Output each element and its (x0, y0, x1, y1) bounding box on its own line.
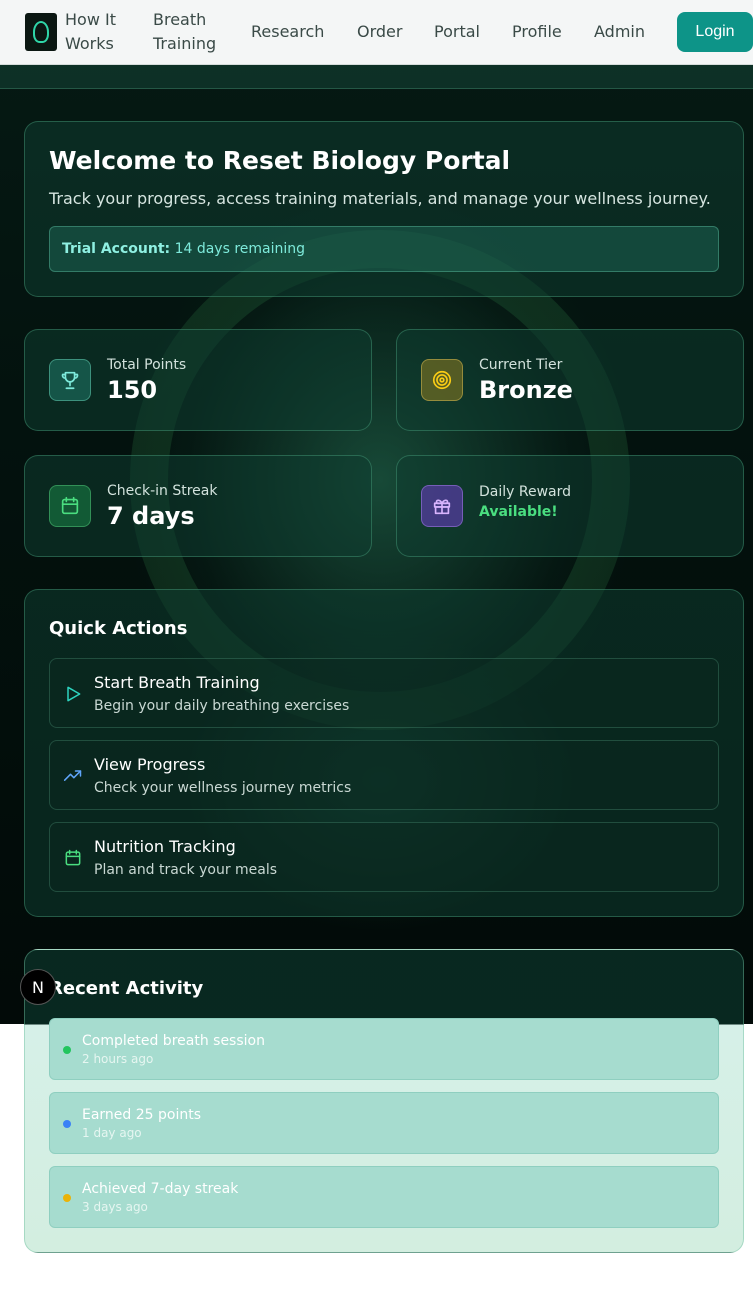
gift-icon (421, 485, 463, 527)
calendar-icon (65, 849, 81, 866)
quick-action-title: Nutrition Tracking (94, 837, 236, 856)
activity-title: Achieved 7-day streak (82, 1181, 239, 1197)
activity-item: Earned 25 points 1 day ago (49, 1092, 719, 1154)
activity-dot (63, 1120, 71, 1128)
reset-biology-logo[interactable] (25, 13, 57, 51)
nav-portal[interactable]: Portal (434, 20, 480, 44)
nav-admin[interactable]: Admin (594, 20, 645, 44)
dev-tools-badge[interactable]: N (20, 969, 56, 1005)
current-tier-value: Bronze (479, 376, 573, 404)
calendar-icon (49, 485, 91, 527)
activity-time: 3 days ago (82, 1200, 148, 1214)
nav-order[interactable]: Order (357, 20, 402, 44)
quick-action-desc: Plan and track your meals (94, 862, 278, 878)
activity-time: 1 day ago (82, 1126, 142, 1140)
nav-how-it-works[interactable]: How It Works (65, 8, 116, 56)
quick-action-start-breath-training[interactable]: Start Breath Training Begin your daily b… (49, 658, 719, 728)
current-tier-card: Current Tier Bronze (396, 329, 744, 431)
quick-action-desc: Check your wellness journey metrics (94, 780, 352, 796)
quick-actions-title: Quick Actions (49, 618, 188, 639)
quick-action-nutrition-tracking[interactable]: Nutrition Tracking Plan and track your m… (49, 822, 719, 892)
quick-action-title: View Progress (94, 755, 206, 774)
checkin-streak-card: Check-in Streak 7 days (24, 455, 372, 557)
nav-profile[interactable]: Profile (512, 20, 562, 44)
total-points-label: Total Points (107, 357, 187, 373)
activity-item: Completed breath session 2 hours ago (49, 1018, 719, 1080)
trial-banner: Trial Account: 14 days remaining (49, 226, 719, 272)
welcome-subtitle: Track your progress, access training mat… (49, 189, 711, 208)
quick-actions-card: Quick Actions Start Breath Training Begi… (24, 589, 744, 917)
trial-remaining: 14 days remaining (174, 241, 306, 257)
daily-reward-card[interactable]: Daily Reward Available! (396, 455, 744, 557)
daily-reward-label: Daily Reward (479, 484, 572, 500)
recent-activity-card: Recent Activity Completed breath session… (24, 949, 744, 1253)
quick-action-view-progress[interactable]: View Progress Check your wellness journe… (49, 740, 719, 810)
login-button[interactable]: Login (677, 12, 753, 52)
play-icon (67, 686, 81, 702)
checkin-streak-label: Check-in Streak (107, 483, 218, 499)
total-points-value: 150 (107, 376, 158, 404)
top-navbar: How It Works Breath Training Research Or… (0, 0, 753, 65)
activity-dot (63, 1046, 71, 1054)
target-icon (421, 359, 463, 401)
nav-breath-training[interactable]: Breath Training (153, 8, 216, 56)
activity-item: Achieved 7-day streak 3 days ago (49, 1166, 719, 1228)
recent-activity-title: Recent Activity (49, 978, 204, 999)
trophy-icon (49, 359, 91, 401)
total-points-card: Total Points 150 (24, 329, 372, 431)
activity-title: Completed breath session (82, 1033, 265, 1049)
nav-research[interactable]: Research (251, 20, 324, 44)
current-tier-label: Current Tier (479, 357, 563, 373)
checkin-streak-value: 7 days (107, 502, 195, 530)
page-title: Welcome to Reset Biology Portal (49, 146, 511, 175)
quick-action-title: Start Breath Training (94, 673, 260, 692)
welcome-card: Welcome to Reset Biology Portal Track yo… (24, 121, 744, 297)
sub-header-bar (0, 65, 753, 89)
activity-dot (63, 1194, 71, 1202)
trending-up-icon (63, 770, 82, 781)
daily-reward-status: Available! (479, 504, 558, 520)
quick-action-desc: Begin your daily breathing exercises (94, 698, 350, 714)
activity-title: Earned 25 points (82, 1107, 202, 1123)
trial-label: Trial Account: (62, 241, 171, 257)
activity-time: 2 hours ago (82, 1052, 154, 1066)
